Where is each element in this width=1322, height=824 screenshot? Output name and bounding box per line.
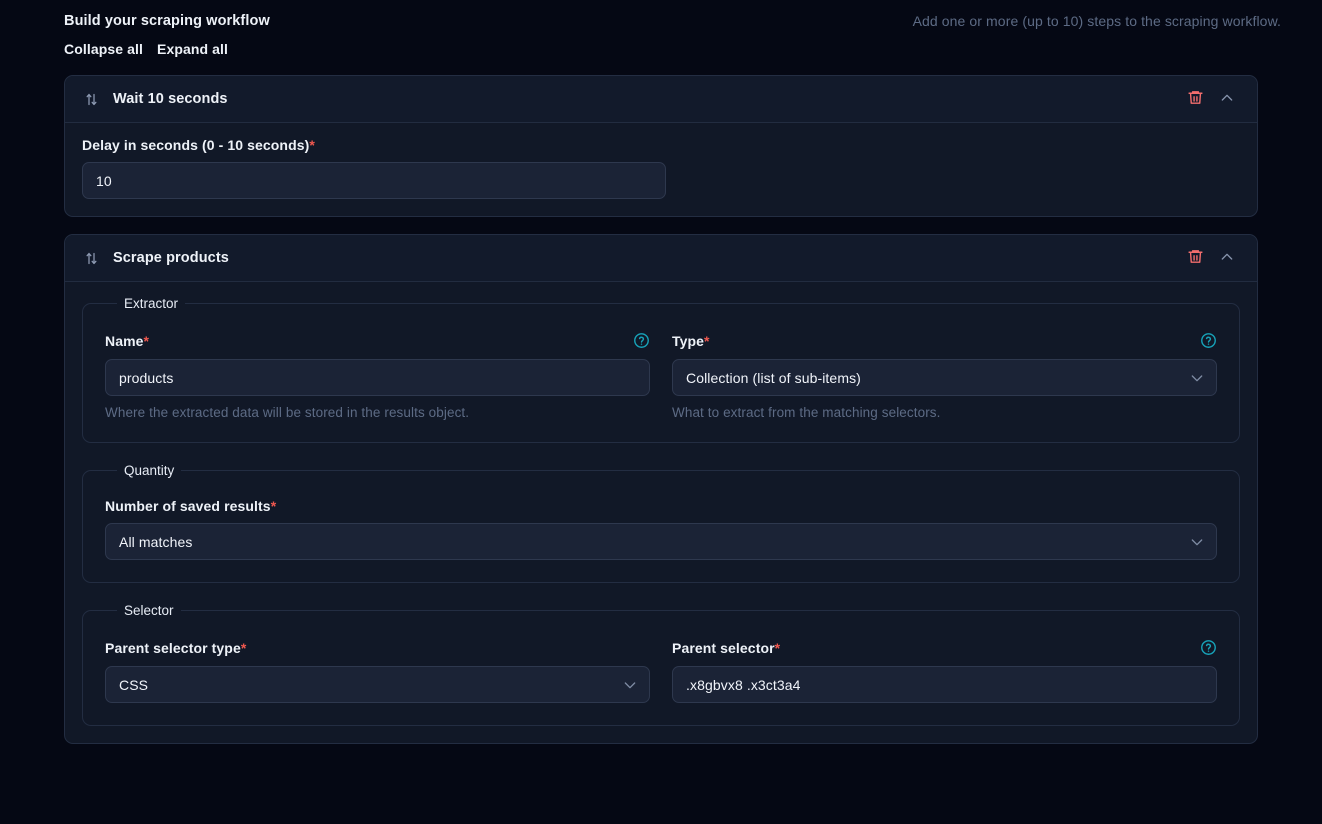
step-title-wait: Wait 10 seconds [113,91,228,107]
saved-results-value: All matches [119,533,193,550]
step-header-wait[interactable]: Wait 10 seconds [65,76,1257,123]
help-circle-icon[interactable] [633,332,650,349]
saved-results-label-text: Number of saved results [105,498,271,514]
parent-selector-input[interactable] [672,666,1217,703]
parent-selector-type-label: Parent selector type* [105,640,246,656]
extractor-type-field: Type* Collection (list of sub-items) Wha… [672,331,1217,420]
extractor-type-hint: What to extract from the matching select… [672,405,941,420]
collapse-all-link[interactable]: Collapse all [64,41,143,57]
trash-icon [1187,89,1204,109]
parent-selector-label-row: Parent selector* [672,638,1217,657]
extractor-name-input[interactable] [105,359,650,396]
quantity-legend: Quantity [124,463,175,478]
extractor-name-label-row: Name* [105,331,650,350]
extractor-type-label-row: Type* [672,331,1217,350]
delay-input[interactable] [82,162,666,199]
parent-selector-type-label-row: Parent selector type* [105,638,650,657]
workflow-steps-list: Wait 10 seconds Delay in seconds (0 - 10… [40,75,1282,744]
parent-selector-field: Parent selector* [672,638,1217,703]
collapse-step-button-scrape[interactable] [1214,245,1240,271]
parent-selector-type-label-text: Parent selector type [105,639,241,656]
workflow-step-card-scrape: Scrape products Extractor Name* products… [64,234,1258,744]
parent-selector-label: Parent selector* [672,640,780,656]
scraping-workflow-page: Build your scraping workflow Add one or … [0,0,1322,824]
page-title: Build your scraping workflow [64,13,270,29]
saved-results-select[interactable]: All matches [105,523,1217,560]
workflow-step-card-wait: Wait 10 seconds Delay in seconds (0 - 10… [64,75,1258,217]
extractor-type-label: Type* [672,333,710,349]
extractor-name-field: Name* products Where the extracted data … [105,331,650,420]
sort-updown-icon[interactable] [81,248,101,268]
required-asterisk: * [704,332,710,349]
step-body-scrape: Extractor Name* products Where the extra… [65,282,1257,743]
step-title-prefix: Scrape [113,250,167,266]
saved-results-field: Number of saved results* All matches [105,498,1217,560]
delay-label: Delay in seconds (0 - 10 seconds)* [82,137,666,153]
required-asterisk: * [240,639,247,656]
sort-updown-icon[interactable] [81,89,101,109]
help-circle-icon[interactable] [1200,332,1217,349]
extractor-type-value: Collection (list of sub-items) [686,369,861,386]
step-body-wait: Delay in seconds (0 - 10 seconds)* [65,123,1257,216]
parent-selector-label-text: Parent selector [672,639,775,656]
page-header: Build your scraping workflow Add one or … [40,0,1282,29]
delay-label-text: Delay in seconds (0 - 10 seconds) [82,137,310,153]
extractor-name-hint: Where the extracted data will be stored … [105,405,470,420]
parent-selector-type-value: CSS [119,676,149,693]
parent-selector-type-select[interactable]: CSS [105,666,650,703]
parent-selector-type-field: Parent selector type* CSS [105,638,650,703]
extractor-type-select[interactable]: Collection (list of sub-items) [672,359,1217,396]
delay-control [82,162,666,199]
collapse-step-button-wait[interactable] [1214,86,1240,112]
delete-step-button-scrape[interactable] [1182,245,1208,271]
delete-step-button-wait[interactable] [1182,86,1208,112]
extractor-name-label: Name* [105,333,149,349]
selector-fieldset: Selector Parent selector type* CSS Paren… [82,603,1240,726]
trash-icon [1187,248,1204,268]
extractor-name-control [105,359,650,396]
extractor-type-control: Collection (list of sub-items) [672,359,1217,396]
chevron-up-icon [1219,90,1235,109]
expand-all-link[interactable]: Expand all [157,41,228,57]
delay-field: Delay in seconds (0 - 10 seconds)* [82,137,666,199]
selector-legend: Selector [124,603,174,618]
extractor-legend: Extractor [124,296,179,311]
saved-results-control: All matches [105,523,1217,560]
help-circle-icon[interactable] [1200,639,1217,656]
chevron-up-icon [1219,249,1235,268]
required-asterisk: * [774,639,781,656]
step-title-prefix: Wait [113,91,148,107]
extractor-fieldset: Extractor Name* products Where the extra… [82,296,1240,443]
step-title-scrape: Scrape products [113,250,229,266]
parent-selector-type-control: CSS [105,666,650,703]
collapse-expand-links: Collapse all Expand all [40,41,1282,57]
saved-results-label: Number of saved results* [105,498,1217,514]
step-title-value: 10 seconds [147,91,228,107]
required-asterisk: * [309,137,315,153]
extractor-name-label-text: Name [105,332,144,349]
quantity-fieldset: Quantity Number of saved results* All ma… [82,463,1240,583]
extractor-row: Name* products Where the extracted data … [105,331,1217,420]
step-title-value: products [166,250,229,266]
extractor-type-label-text: Type [672,332,705,349]
parent-selector-control [672,666,1217,703]
required-asterisk: * [270,498,277,514]
required-asterisk: * [143,332,150,349]
page-subtitle: Add one or more (up to 10) steps to the … [912,13,1281,29]
step-header-scrape[interactable]: Scrape products [65,235,1257,282]
selector-row: Parent selector type* CSS Parent selecto… [105,638,1217,703]
